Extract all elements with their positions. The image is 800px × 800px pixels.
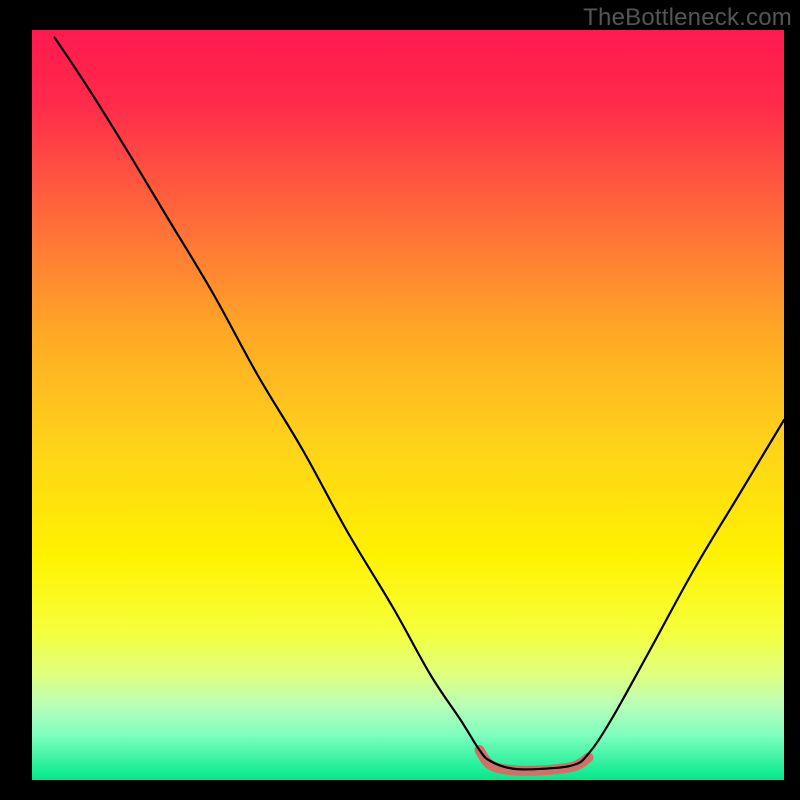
bottleneck-chart [0,0,800,800]
watermark-text: TheBottleneck.com [583,4,792,32]
chart-frame: TheBottleneck.com [0,0,800,800]
gradient-background [32,30,784,780]
